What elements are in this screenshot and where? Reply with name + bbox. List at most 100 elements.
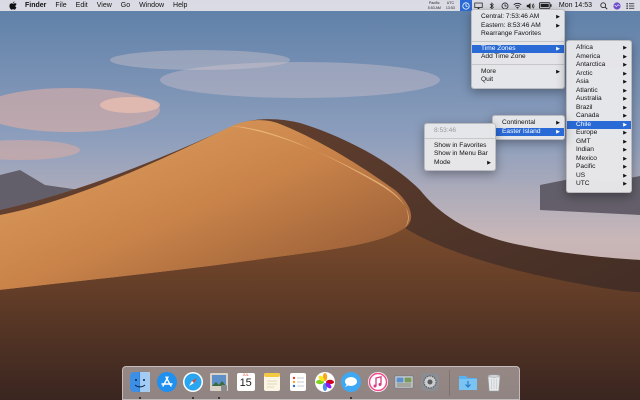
menu-item-show-in-menu-bar[interactable]: Show in Menu Bar bbox=[425, 150, 495, 159]
menubar-clock[interactable]: Mon 14:53 bbox=[559, 2, 592, 9]
menu-item-region-america[interactable]: America ▶ bbox=[567, 53, 631, 62]
spotlight-icon[interactable] bbox=[598, 0, 610, 11]
menu-item-quit[interactable]: Quit bbox=[472, 76, 564, 85]
menu-item-region-indian[interactable]: Indian ▶ bbox=[567, 146, 631, 155]
menu-item-region-brazil[interactable]: Brazil ▶ bbox=[567, 104, 631, 113]
menu-item-label: More bbox=[481, 67, 497, 75]
menu-item-label: Africa bbox=[576, 44, 593, 51]
reminders-icon[interactable] bbox=[287, 371, 309, 393]
menu-view[interactable]: View bbox=[97, 2, 112, 9]
menu-item-region-antarctica[interactable]: Antarctica ▶ bbox=[567, 61, 631, 70]
menu-item-region-utc[interactable]: UTC ▶ bbox=[567, 180, 631, 189]
menu-item-region-africa[interactable]: Africa ▶ bbox=[567, 44, 631, 53]
timezone-utc-status[interactable]: UTC 13:53 bbox=[446, 1, 455, 9]
menu-item-label: Brazil bbox=[576, 103, 593, 111]
submenu-arrow-icon: ▶ bbox=[487, 159, 491, 166]
menu-item-region-asia[interactable]: Asia ▶ bbox=[567, 78, 631, 87]
photo-browser-icon[interactable] bbox=[393, 371, 415, 393]
menu-item-region-gmt[interactable]: GMT ▶ bbox=[567, 138, 631, 147]
menu-item-label: Show in Favorites bbox=[434, 141, 487, 149]
menu-item-label: Continental bbox=[502, 119, 536, 126]
menu-item-region-mexico[interactable]: Mexico ▶ bbox=[567, 155, 631, 164]
menu-separator bbox=[472, 64, 564, 65]
notes-icon[interactable] bbox=[261, 371, 283, 393]
menu-edit[interactable]: Edit bbox=[76, 2, 88, 9]
world-clock-icon[interactable] bbox=[459, 0, 472, 11]
trash-icon[interactable] bbox=[483, 371, 505, 393]
submenu-arrow-icon: ▶ bbox=[623, 70, 627, 77]
menu-item-region-europe[interactable]: Europe ▶ bbox=[567, 129, 631, 138]
menu-separator bbox=[472, 41, 564, 42]
easter-island-menu: 8:53:46 Show in Favorites Show in Menu B… bbox=[424, 123, 496, 171]
menu-item-label: Australia bbox=[576, 95, 602, 102]
submenu-arrow-icon: ▶ bbox=[556, 22, 560, 29]
menu-item-time-zones[interactable]: Time Zones ▶ bbox=[472, 44, 564, 53]
menu-item-label: Eastern: 8:53:46 AM bbox=[481, 21, 541, 29]
menu-item-eastern[interactable]: Eastern: 8:53:46 AM ▶ bbox=[472, 22, 564, 31]
dock: JUL 15 bbox=[122, 366, 520, 400]
menu-item-region-canada[interactable]: Canada ▶ bbox=[567, 112, 631, 121]
menu-help[interactable]: Help bbox=[173, 2, 187, 9]
menu-file[interactable]: File bbox=[55, 2, 66, 9]
submenu-arrow-icon: ▶ bbox=[556, 14, 560, 20]
submenu-arrow-icon: ▶ bbox=[623, 155, 627, 162]
menu-item-region-chile[interactable]: Chile ▶ bbox=[567, 120, 631, 129]
itunes-icon[interactable] bbox=[367, 371, 389, 393]
submenu-arrow-icon: ▶ bbox=[623, 121, 627, 128]
menu-item-label: GMT bbox=[576, 137, 591, 145]
dock-divider bbox=[448, 370, 450, 396]
submenu-arrow-icon: ▶ bbox=[623, 104, 627, 111]
menu-item-mode[interactable]: Mode ▶ bbox=[425, 159, 495, 168]
app-store-icon[interactable] bbox=[156, 371, 178, 393]
menu-go[interactable]: Go bbox=[121, 2, 130, 9]
menu-item-label: Pacific bbox=[576, 163, 596, 170]
preview-icon[interactable] bbox=[208, 371, 230, 399]
photos-icon[interactable] bbox=[314, 371, 336, 393]
finder-icon[interactable] bbox=[129, 371, 151, 399]
menu-item-label: Quit bbox=[481, 76, 494, 83]
system-preferences-icon[interactable] bbox=[419, 371, 441, 393]
submenu-arrow-icon: ▶ bbox=[623, 87, 627, 94]
menu-separator bbox=[425, 138, 495, 139]
submenu-arrow-icon: ▶ bbox=[623, 130, 627, 136]
downloads-folder-icon[interactable] bbox=[457, 371, 479, 393]
menu-item-region-atlantic[interactable]: Atlantic ▶ bbox=[567, 87, 631, 96]
running-indicator bbox=[139, 397, 142, 399]
app-name-menu[interactable]: Finder bbox=[25, 2, 46, 9]
menu-item-central[interactable]: Central: 7:53:46 AM ▶ bbox=[472, 13, 564, 22]
running-indicator bbox=[350, 397, 353, 399]
messages-icon[interactable] bbox=[340, 371, 362, 399]
submenu-arrow-icon: ▶ bbox=[623, 79, 627, 85]
menu-item-more[interactable]: More ▶ bbox=[472, 68, 564, 77]
menu-item-current-time: 8:53:46 bbox=[434, 127, 456, 134]
menu-item-show-in-favorites[interactable]: Show in Favorites bbox=[425, 142, 495, 151]
menu-item-region-pacific[interactable]: Pacific ▶ bbox=[567, 163, 631, 172]
menu-item-label: UTC bbox=[576, 180, 590, 187]
menu-item-continental[interactable]: Continental ▶ bbox=[493, 119, 564, 128]
safari-icon[interactable] bbox=[182, 371, 204, 399]
submenu-arrow-icon: ▶ bbox=[556, 128, 560, 135]
menu-item-label: Mode bbox=[434, 158, 451, 166]
siri-icon[interactable] bbox=[611, 0, 623, 11]
menu-item-region-us[interactable]: US ▶ bbox=[567, 172, 631, 181]
menu-item-rearrange-favorites[interactable]: Rearrange Favorites bbox=[472, 30, 564, 39]
menu-item-label: Antarctica bbox=[576, 61, 606, 68]
timezone-pacific-status[interactable]: Pacific 5:53 AM bbox=[428, 1, 441, 9]
menu-item-label: Indian bbox=[576, 146, 594, 153]
menu-item-region-australia[interactable]: Australia ▶ bbox=[567, 95, 631, 104]
submenu-arrow-icon: ▶ bbox=[623, 113, 627, 119]
running-indicator bbox=[218, 397, 221, 399]
menu-item-add-time-zone[interactable]: Add Time Zone bbox=[472, 53, 564, 62]
submenu-arrow-icon: ▶ bbox=[623, 45, 627, 51]
chile-zones-menu: Continental ▶ Easter Island ▶ bbox=[492, 115, 565, 140]
notification-center-icon[interactable] bbox=[624, 0, 636, 11]
menu-window[interactable]: Window bbox=[139, 2, 164, 9]
menu-item-region-arctic[interactable]: Arctic ▶ bbox=[567, 70, 631, 79]
calendar-icon[interactable]: JUL 15 bbox=[235, 371, 257, 393]
menu-item-label: Asia bbox=[576, 78, 589, 85]
menu-item-label: Easter Island bbox=[502, 127, 541, 135]
apple-menu-icon[interactable] bbox=[9, 1, 19, 10]
menu-item-label: Time Zones bbox=[481, 44, 516, 52]
menu-item-easter-island[interactable]: Easter Island ▶ bbox=[493, 127, 564, 136]
menu-item-label: Arctic bbox=[576, 69, 593, 77]
